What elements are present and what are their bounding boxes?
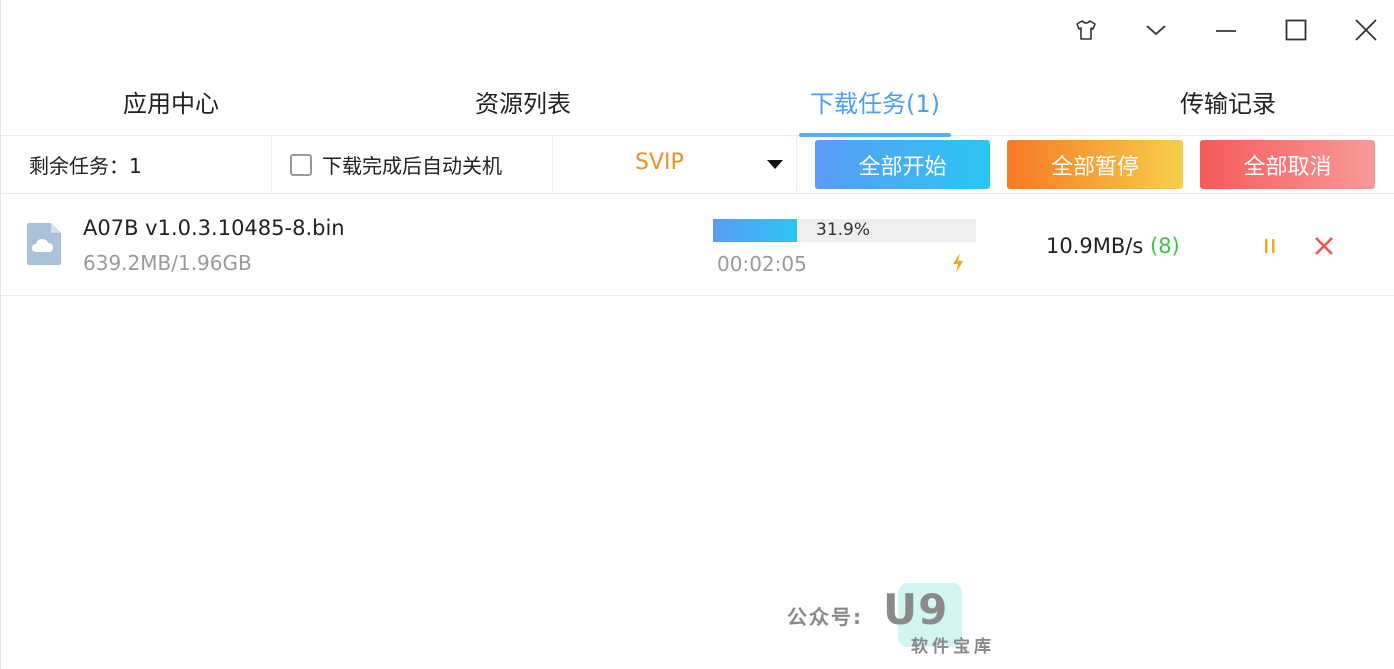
tab-label: 下载任务(1) bbox=[810, 89, 940, 118]
auto-shutdown-option[interactable]: 下载完成后自动关机 bbox=[272, 136, 553, 193]
remaining-tasks: 剩余任务：1 bbox=[1, 136, 272, 193]
speed-value: 10.9MB/s bbox=[1046, 234, 1144, 258]
cloud-file-icon bbox=[27, 223, 61, 265]
progress-percent: 31.9% bbox=[816, 220, 871, 240]
main-tabs: 应用中心 资源列表 下载任务(1) 传输记录 bbox=[1, 66, 1394, 137]
close-icon bbox=[1355, 19, 1377, 41]
progress-bar-fill bbox=[713, 219, 797, 242]
minimize-icon bbox=[1216, 30, 1236, 32]
download-speed: 10.9MB/s (8) bbox=[1046, 234, 1180, 258]
tab-label: 资源列表 bbox=[475, 89, 571, 118]
cancel-icon[interactable] bbox=[1313, 235, 1335, 257]
close-button[interactable] bbox=[1346, 12, 1386, 48]
start-all-label: 全部开始 bbox=[858, 154, 947, 180]
maximize-button[interactable] bbox=[1276, 12, 1316, 48]
cancel-all-label: 全部取消 bbox=[1243, 154, 1332, 180]
file-name: A07B v1.0.3.10485-8.bin bbox=[83, 216, 345, 240]
tab-app-center[interactable]: 应用中心 bbox=[71, 66, 271, 136]
task-toolbar: 剩余任务：1 下载完成后自动关机 SVIP 全部开始 全部暂停 全部取消 bbox=[1, 136, 1394, 194]
title-bar bbox=[1, 0, 1394, 62]
elapsed-time: 00:02:05 bbox=[717, 252, 807, 276]
remaining-tasks-text: 剩余任务：1 bbox=[29, 154, 142, 178]
tab-label: 传输记录 bbox=[1180, 89, 1276, 118]
file-size-progress: 639.2MB/1.96GB bbox=[83, 251, 252, 275]
pause-all-label: 全部暂停 bbox=[1050, 154, 1139, 180]
tab-download-tasks[interactable]: 下载任务(1) bbox=[799, 66, 951, 137]
pause-all-button[interactable]: 全部暂停 bbox=[1007, 140, 1183, 189]
pause-icon[interactable] bbox=[1261, 236, 1279, 256]
start-all-button[interactable]: 全部开始 bbox=[815, 140, 990, 189]
cancel-all-button[interactable]: 全部取消 bbox=[1200, 140, 1375, 189]
watermark-logo-text: U9 bbox=[883, 585, 949, 634]
chevron-down-icon bbox=[1146, 25, 1166, 36]
tab-resource-list[interactable]: 资源列表 bbox=[423, 66, 623, 136]
tab-transfer-records[interactable]: 传输记录 bbox=[1128, 66, 1328, 136]
menu-button[interactable] bbox=[1136, 12, 1176, 48]
caret-down-icon bbox=[767, 160, 783, 169]
svip-label: SVIP bbox=[635, 150, 684, 175]
tab-label: 应用中心 bbox=[123, 89, 219, 118]
lightning-icon bbox=[953, 253, 963, 273]
connection-count: (8) bbox=[1150, 234, 1180, 258]
download-task-row[interactable]: A07B v1.0.3.10485-8.bin 639.2MB/1.96GB 3… bbox=[1, 194, 1394, 296]
auto-shutdown-checkbox[interactable] bbox=[290, 153, 312, 176]
auto-shutdown-label: 下载完成后自动关机 bbox=[322, 154, 502, 178]
download-window: 应用中心 资源列表 下载任务(1) 传输记录 剩余任务：1 下载完成后自动关机 … bbox=[0, 0, 1394, 669]
minimize-button[interactable] bbox=[1206, 12, 1246, 48]
watermark-subtitle: 软件宝库 bbox=[911, 637, 995, 657]
tshirt-icon bbox=[1076, 20, 1096, 40]
svip-dropdown[interactable]: SVIP bbox=[553, 136, 797, 193]
watermark-label: 公众号: bbox=[787, 605, 863, 629]
maximize-icon bbox=[1285, 19, 1307, 41]
skin-button[interactable] bbox=[1066, 12, 1106, 48]
progress-bar: 31.9% bbox=[713, 219, 976, 242]
